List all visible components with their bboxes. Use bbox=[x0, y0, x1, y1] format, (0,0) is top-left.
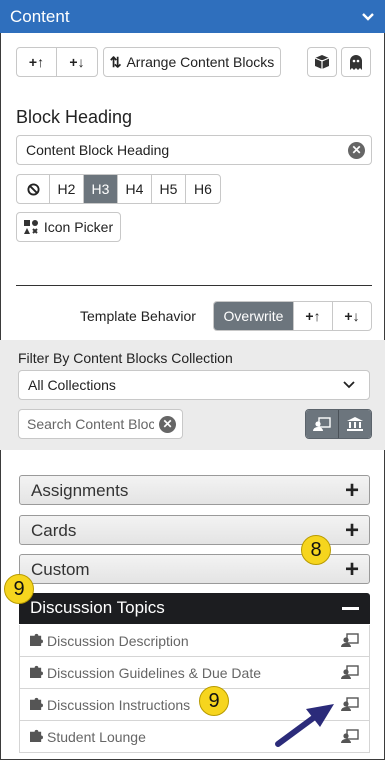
preview-icon[interactable] bbox=[341, 697, 359, 711]
icon-picker-button[interactable]: Icon Picker bbox=[16, 212, 121, 242]
divider bbox=[16, 285, 372, 286]
clear-icon[interactable]: ✕ bbox=[348, 142, 365, 159]
no-heading-button[interactable] bbox=[17, 175, 50, 203]
move-up-button[interactable]: +↑ bbox=[17, 48, 57, 76]
ghost-icon bbox=[350, 54, 362, 70]
annotation-badge: 9 bbox=[199, 686, 229, 716]
overwrite-button[interactable]: Overwrite bbox=[214, 302, 294, 330]
view-toggle-group bbox=[305, 409, 372, 439]
block-heading-value: Content Block Heading bbox=[26, 142, 170, 158]
template-behavior-label: Template Behavior bbox=[80, 308, 196, 324]
prepend-button[interactable]: +↑ bbox=[294, 302, 333, 330]
accordion-title: Discussion Topics bbox=[30, 598, 165, 617]
plus-icon: + bbox=[344, 517, 359, 544]
minus-icon bbox=[342, 607, 359, 610]
preview-icon bbox=[313, 417, 331, 431]
heading-h4-button[interactable]: H4 bbox=[118, 175, 152, 203]
preview-toggle-button[interactable] bbox=[306, 410, 339, 438]
puzzle-icon bbox=[30, 633, 43, 646]
heading-h5-button[interactable]: H5 bbox=[152, 175, 186, 203]
heading-h2-button[interactable]: H2 bbox=[50, 175, 84, 203]
icon-picker-icon bbox=[23, 220, 38, 234]
accordion-discussion-topics[interactable]: Discussion Topics bbox=[19, 593, 370, 624]
append-button[interactable]: +↓ bbox=[333, 302, 371, 330]
annotation-arrow-icon bbox=[275, 704, 334, 747]
heading-level-group: H2 H3 H4 H5 H6 bbox=[16, 174, 221, 204]
arrange-content-blocks-button[interactable]: ⇅ Arrange Content Blocks bbox=[103, 47, 281, 77]
move-down-button[interactable]: +↓ bbox=[57, 48, 97, 76]
panel-title: Content bbox=[10, 7, 70, 26]
filter-label: Filter By Content Blocks Collection bbox=[18, 350, 233, 366]
search-content-blocks-input[interactable]: Search Content Blocks ✕ bbox=[18, 409, 183, 439]
item-label: Discussion Instructions bbox=[47, 697, 191, 713]
clear-search-icon[interactable]: ✕ bbox=[159, 416, 176, 433]
item-label: Student Lounge bbox=[47, 729, 146, 745]
preview-icon[interactable] bbox=[341, 729, 359, 743]
ban-icon bbox=[26, 182, 40, 196]
puzzle-icon bbox=[30, 665, 43, 678]
accordion-title: Custom bbox=[31, 560, 90, 579]
heading-h6-button[interactable]: H6 bbox=[186, 175, 220, 203]
preview-icon[interactable] bbox=[341, 633, 359, 647]
puzzle-icon bbox=[30, 697, 43, 710]
collection-select[interactable]: All Collections bbox=[18, 370, 370, 400]
arrange-label: Arrange Content Blocks bbox=[126, 54, 275, 70]
search-placeholder: Search Content Blocks bbox=[27, 416, 154, 432]
library-toggle-button[interactable] bbox=[339, 410, 371, 438]
annotation-badge: 8 bbox=[301, 535, 331, 565]
move-buttons-group: +↑ +↓ bbox=[16, 47, 98, 77]
chevron-down-icon bbox=[361, 8, 375, 28]
filter-panel: Filter By Content Blocks Collection All … bbox=[0, 340, 385, 450]
collection-select-value: All Collections bbox=[28, 377, 116, 393]
block-heading-input[interactable]: Content Block Heading ✕ bbox=[16, 135, 372, 165]
sort-arrows-icon: ⇅ bbox=[109, 53, 122, 70]
puzzle-icon bbox=[30, 729, 43, 742]
icon-picker-label: Icon Picker bbox=[43, 219, 114, 235]
ghost-button[interactable] bbox=[341, 47, 371, 77]
plus-icon: + bbox=[344, 477, 359, 504]
item-label: Discussion Description bbox=[47, 633, 189, 649]
plus-icon: + bbox=[344, 556, 359, 583]
preview-icon[interactable] bbox=[341, 665, 359, 679]
item-label: Discussion Guidelines & Due Date bbox=[47, 665, 261, 681]
content-panel-header[interactable]: Content bbox=[0, 0, 385, 33]
accordion-title: Assignments bbox=[31, 481, 129, 500]
template-behavior-group: Overwrite +↑ +↓ bbox=[213, 301, 372, 331]
boxes-button[interactable] bbox=[307, 47, 337, 77]
chevron-down-icon bbox=[343, 377, 355, 393]
block-heading-label: Block Heading bbox=[16, 107, 133, 127]
list-item[interactable]: Discussion Description bbox=[19, 625, 370, 657]
accordion-assignments[interactable]: Assignments + bbox=[19, 475, 370, 505]
list-item[interactable]: Discussion Guidelines & Due Date bbox=[19, 657, 370, 689]
accordion-title: Cards bbox=[31, 521, 77, 540]
heading-h3-button[interactable]: H3 bbox=[84, 175, 118, 203]
boxes-icon bbox=[314, 55, 330, 69]
library-icon bbox=[347, 417, 363, 431]
annotation-badge: 9 bbox=[4, 574, 34, 604]
